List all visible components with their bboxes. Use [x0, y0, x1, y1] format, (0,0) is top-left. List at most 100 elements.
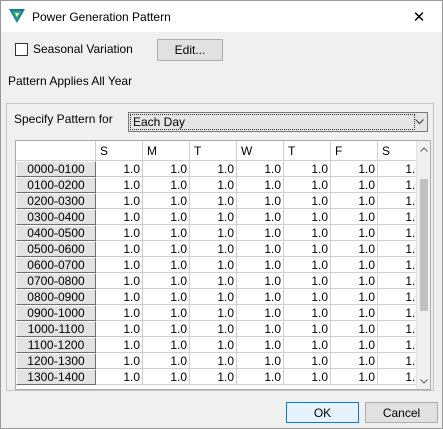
- table-cell[interactable]: 1.0: [143, 305, 190, 321]
- table-cell[interactable]: 1.0: [96, 193, 143, 209]
- table-cell[interactable]: 1.0: [96, 337, 143, 353]
- table-cell[interactable]: 1.0: [96, 321, 143, 337]
- table-cell[interactable]: 1.0: [331, 209, 378, 225]
- table-cell[interactable]: 1.0: [190, 161, 237, 177]
- table-cell[interactable]: 1.0: [237, 273, 284, 289]
- table-cell[interactable]: 1.0: [284, 289, 331, 305]
- table-cell[interactable]: 1.0: [331, 161, 378, 177]
- table-cell[interactable]: 1.0: [237, 177, 284, 193]
- table-cell[interactable]: 1.0: [143, 321, 190, 337]
- row-header-button[interactable]: 0300-0400: [16, 209, 96, 225]
- table-cell[interactable]: 1.0: [190, 321, 237, 337]
- table-cell[interactable]: 1.0: [237, 241, 284, 257]
- ok-button[interactable]: OK: [286, 402, 359, 423]
- table-cell[interactable]: 1.0: [96, 161, 143, 177]
- table-cell[interactable]: 1.0: [143, 289, 190, 305]
- table-cell[interactable]: 1.0: [96, 369, 143, 385]
- table-cell[interactable]: 1.0: [331, 273, 378, 289]
- table-cell[interactable]: 1.0: [237, 257, 284, 273]
- table-cell[interactable]: 1.0: [143, 193, 190, 209]
- table-cell[interactable]: 1.0: [143, 273, 190, 289]
- row-header-button[interactable]: 1200-1300: [16, 353, 96, 369]
- table-cell[interactable]: 1.0: [237, 209, 284, 225]
- table-cell[interactable]: 1.0: [284, 369, 331, 385]
- table-cell[interactable]: 1.0: [190, 353, 237, 369]
- table-cell[interactable]: 1.0: [237, 369, 284, 385]
- table-cell[interactable]: 1.0: [190, 289, 237, 305]
- checkbox-box[interactable]: [15, 42, 28, 56]
- row-header-button[interactable]: 0900-1000: [16, 305, 96, 321]
- row-header-button[interactable]: 0100-0200: [16, 177, 96, 193]
- row-header-button[interactable]: 0400-0500: [16, 225, 96, 241]
- scroll-up-icon[interactable]: [417, 142, 430, 156]
- table-cell[interactable]: 1.0: [237, 193, 284, 209]
- close-button[interactable]: ✕: [396, 1, 442, 32]
- vertical-scrollbar[interactable]: [416, 141, 430, 389]
- table-cell[interactable]: 1.0: [331, 177, 378, 193]
- table-cell[interactable]: 1.0: [284, 209, 331, 225]
- table-cell[interactable]: 1.0: [190, 337, 237, 353]
- table-cell[interactable]: 1.0: [284, 257, 331, 273]
- table-cell[interactable]: 1.0: [331, 321, 378, 337]
- table-cell[interactable]: 1.0: [237, 305, 284, 321]
- table-cell[interactable]: 1.0: [96, 353, 143, 369]
- table-cell[interactable]: 1.0: [284, 161, 331, 177]
- table-cell[interactable]: 1.0: [143, 161, 190, 177]
- row-header-button[interactable]: 1000-1100: [16, 321, 96, 337]
- row-header-button[interactable]: 0800-0900: [16, 289, 96, 305]
- table-cell[interactable]: 1.0: [190, 305, 237, 321]
- table-cell[interactable]: 1.0: [143, 177, 190, 193]
- table-cell[interactable]: 1.0: [96, 241, 143, 257]
- row-header-button[interactable]: 1300-1400: [16, 369, 96, 385]
- table-cell[interactable]: 1.0: [190, 273, 237, 289]
- table-cell[interactable]: 1.0: [331, 353, 378, 369]
- row-header-button[interactable]: 1100-1200: [16, 337, 96, 353]
- table-cell[interactable]: 1.0: [237, 289, 284, 305]
- scrollbar-thumb[interactable]: [420, 179, 428, 311]
- table-cell[interactable]: 1.0: [331, 305, 378, 321]
- table-cell[interactable]: 1.0: [284, 225, 331, 241]
- table-cell[interactable]: 1.0: [190, 225, 237, 241]
- table-cell[interactable]: 1.0: [143, 241, 190, 257]
- pattern-period-select[interactable]: Each Day: [128, 112, 428, 132]
- table-cell[interactable]: 1.0: [331, 257, 378, 273]
- row-header-button[interactable]: 0200-0300: [16, 193, 96, 209]
- row-header-button[interactable]: 0700-0800: [16, 273, 96, 289]
- table-cell[interactable]: 1.0: [96, 177, 143, 193]
- table-cell[interactable]: 1.0: [331, 369, 378, 385]
- table-cell[interactable]: 1.0: [237, 225, 284, 241]
- row-header-button[interactable]: 0600-0700: [16, 257, 96, 273]
- table-cell[interactable]: 1.0: [284, 177, 331, 193]
- table-cell[interactable]: 1.0: [190, 209, 237, 225]
- seasonal-variation-checkbox[interactable]: Seasonal Variation: [15, 42, 133, 56]
- table-cell[interactable]: 1.0: [190, 257, 237, 273]
- table-cell[interactable]: 1.0: [143, 257, 190, 273]
- table-cell[interactable]: 1.0: [284, 337, 331, 353]
- table-cell[interactable]: 1.0: [237, 161, 284, 177]
- table-cell[interactable]: 1.0: [143, 337, 190, 353]
- table-cell[interactable]: 1.0: [284, 193, 331, 209]
- table-cell[interactable]: 1.0: [96, 273, 143, 289]
- table-cell[interactable]: 1.0: [237, 321, 284, 337]
- cancel-button[interactable]: Cancel: [365, 402, 438, 423]
- table-cell[interactable]: 1.0: [96, 289, 143, 305]
- table-cell[interactable]: 1.0: [284, 273, 331, 289]
- table-cell[interactable]: 1.0: [143, 225, 190, 241]
- chevron-down-icon[interactable]: [413, 114, 425, 130]
- table-cell[interactable]: 1.0: [237, 337, 284, 353]
- table-cell[interactable]: 1.0: [237, 353, 284, 369]
- table-cell[interactable]: 1.0: [190, 193, 237, 209]
- table-cell[interactable]: 1.0: [143, 369, 190, 385]
- table-cell[interactable]: 1.0: [284, 353, 331, 369]
- table-cell[interactable]: 1.0: [143, 209, 190, 225]
- table-cell[interactable]: 1.0: [331, 193, 378, 209]
- table-cell[interactable]: 1.0: [331, 337, 378, 353]
- table-cell[interactable]: 1.0: [143, 353, 190, 369]
- table-cell[interactable]: 1.0: [331, 225, 378, 241]
- row-header-button[interactable]: 0000-0100: [16, 161, 96, 177]
- table-cell[interactable]: 1.0: [96, 257, 143, 273]
- row-header-button[interactable]: 0500-0600: [16, 241, 96, 257]
- table-cell[interactable]: 1.0: [284, 321, 331, 337]
- table-cell[interactable]: 1.0: [190, 241, 237, 257]
- table-cell[interactable]: 1.0: [284, 305, 331, 321]
